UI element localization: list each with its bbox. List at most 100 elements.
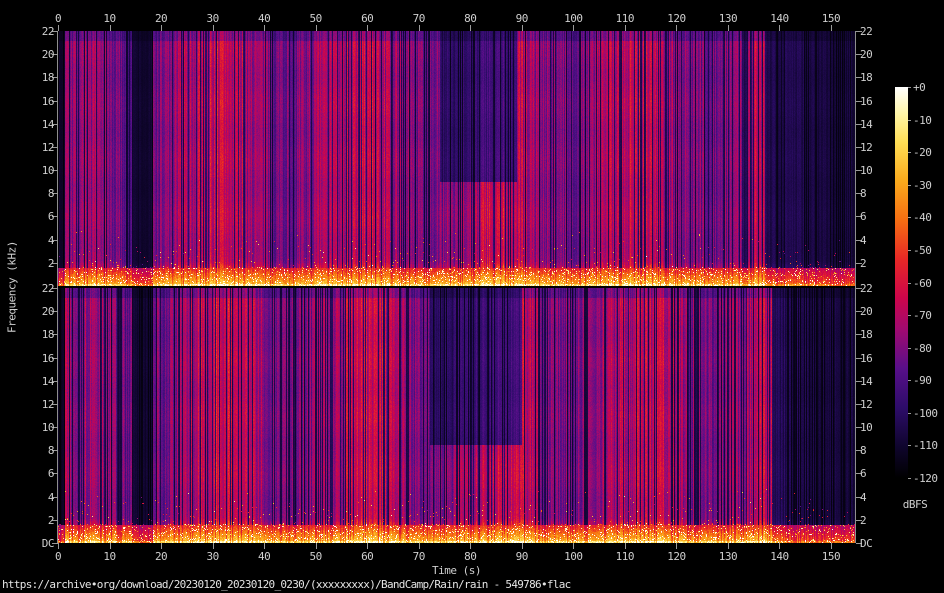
freq-tick-label: 20 bbox=[28, 48, 54, 61]
freq-tick-label: 2 bbox=[28, 514, 54, 527]
time-tick-mark bbox=[779, 543, 780, 549]
time-tick-mark bbox=[573, 25, 574, 31]
freq-tick-label: 22 bbox=[860, 25, 886, 38]
time-tick-label: 140 bbox=[767, 12, 791, 25]
freq-tick-label: 22 bbox=[28, 282, 54, 295]
time-tick-label: 100 bbox=[561, 550, 585, 563]
db-tick-mark bbox=[908, 478, 911, 479]
spectrogram-channel-1 bbox=[58, 31, 855, 286]
db-tick-mark bbox=[908, 315, 911, 316]
time-tick-mark bbox=[367, 543, 368, 549]
freq-tick-label: 4 bbox=[28, 234, 54, 247]
time-tick-label: 40 bbox=[252, 550, 276, 563]
spectrogram-screen: Frequency (kHz) 010203040506070809010011… bbox=[0, 0, 944, 593]
freq-tick-label: 10 bbox=[28, 164, 54, 177]
db-tick-mark bbox=[908, 152, 911, 153]
time-tick-label: 90 bbox=[510, 12, 534, 25]
db-tick-label: -90 bbox=[913, 374, 931, 387]
time-tick-label: 20 bbox=[149, 12, 173, 25]
time-tick-label: 30 bbox=[201, 12, 225, 25]
freq-tick-label: 18 bbox=[860, 328, 886, 341]
db-tick-mark bbox=[908, 445, 911, 446]
db-tick-mark bbox=[908, 217, 911, 218]
time-tick-label: 150 bbox=[819, 550, 843, 563]
time-tick-mark bbox=[470, 543, 471, 549]
left-axis-line bbox=[57, 31, 58, 543]
time-tick-mark bbox=[831, 543, 832, 549]
freq-tick-label: 4 bbox=[860, 491, 886, 504]
db-tick-label: +0 bbox=[913, 81, 925, 94]
time-tick-mark bbox=[264, 543, 265, 549]
freq-tick-label: 14 bbox=[28, 118, 54, 131]
time-tick-mark bbox=[264, 25, 265, 31]
freq-tick-label: 16 bbox=[28, 95, 54, 108]
time-tick-label: 40 bbox=[252, 12, 276, 25]
time-axis-label: Time (s) bbox=[58, 564, 855, 577]
freq-tick-label: 10 bbox=[860, 421, 886, 434]
freq-tick-label: 2 bbox=[860, 257, 886, 270]
db-tick-mark bbox=[908, 380, 911, 381]
db-tick-label: -30 bbox=[913, 179, 931, 192]
time-tick-mark bbox=[161, 25, 162, 31]
time-tick-label: 140 bbox=[767, 550, 791, 563]
time-tick-label: 60 bbox=[355, 550, 379, 563]
freq-tick-label: 4 bbox=[860, 234, 886, 247]
freq-tick-label: 22 bbox=[860, 282, 886, 295]
freq-tick-label: 8 bbox=[860, 187, 886, 200]
freq-tick-label: 8 bbox=[28, 444, 54, 457]
right-axis-line bbox=[855, 31, 856, 543]
db-tick-mark bbox=[908, 87, 911, 88]
freq-tick-label: DC bbox=[860, 537, 886, 550]
freq-tick-label: 20 bbox=[860, 305, 886, 318]
freq-tick-label: 14 bbox=[28, 375, 54, 388]
spectrogram-channel-2 bbox=[58, 288, 855, 543]
time-tick-mark bbox=[522, 543, 523, 549]
time-tick-label: 20 bbox=[149, 550, 173, 563]
db-tick-mark bbox=[908, 250, 911, 251]
time-tick-mark bbox=[213, 543, 214, 549]
time-tick-mark bbox=[367, 25, 368, 31]
time-tick-mark bbox=[676, 25, 677, 31]
time-tick-label: 0 bbox=[46, 12, 70, 25]
time-tick-mark bbox=[110, 543, 111, 549]
time-tick-label: 110 bbox=[613, 550, 637, 563]
time-tick-mark bbox=[316, 543, 317, 549]
time-tick-label: 120 bbox=[664, 12, 688, 25]
freq-tick-label: 12 bbox=[28, 398, 54, 411]
time-tick-label: 130 bbox=[716, 12, 740, 25]
freq-tick-label: 16 bbox=[28, 352, 54, 365]
freq-tick-label: 16 bbox=[860, 95, 886, 108]
freq-tick-label: 6 bbox=[860, 467, 886, 480]
freq-tick-label: 16 bbox=[860, 352, 886, 365]
time-tick-mark bbox=[419, 543, 420, 549]
freq-tick-label: 6 bbox=[28, 467, 54, 480]
freq-tick-label: 10 bbox=[28, 421, 54, 434]
time-tick-label: 60 bbox=[355, 12, 379, 25]
time-tick-label: 90 bbox=[510, 550, 534, 563]
time-tick-mark bbox=[625, 25, 626, 31]
time-tick-label: 80 bbox=[458, 550, 482, 563]
time-tick-label: 80 bbox=[458, 12, 482, 25]
time-tick-mark bbox=[161, 543, 162, 549]
db-tick-label: -70 bbox=[913, 309, 931, 322]
time-tick-label: 50 bbox=[304, 12, 328, 25]
freq-tick-label: DC bbox=[28, 537, 54, 550]
db-tick-mark bbox=[908, 283, 911, 284]
db-tick-label: -10 bbox=[913, 114, 931, 127]
freq-tick-label: 18 bbox=[28, 328, 54, 341]
time-tick-label: 10 bbox=[98, 12, 122, 25]
time-tick-mark bbox=[213, 25, 214, 31]
colorbar-unit-label: dBFS bbox=[893, 498, 937, 511]
freq-tick-label: 20 bbox=[860, 48, 886, 61]
url-caption: https://archive•org/download/20230120_20… bbox=[2, 578, 571, 591]
freq-tick-label: 2 bbox=[860, 514, 886, 527]
time-tick-label: 70 bbox=[407, 550, 431, 563]
time-tick-label: 30 bbox=[201, 550, 225, 563]
time-tick-label: 150 bbox=[819, 12, 843, 25]
freq-tick-label: 12 bbox=[28, 141, 54, 154]
time-tick-mark bbox=[573, 543, 574, 549]
freq-tick-label: 6 bbox=[860, 210, 886, 223]
time-tick-mark bbox=[419, 25, 420, 31]
freq-tick-label: 12 bbox=[860, 141, 886, 154]
time-tick-label: 0 bbox=[46, 550, 70, 563]
